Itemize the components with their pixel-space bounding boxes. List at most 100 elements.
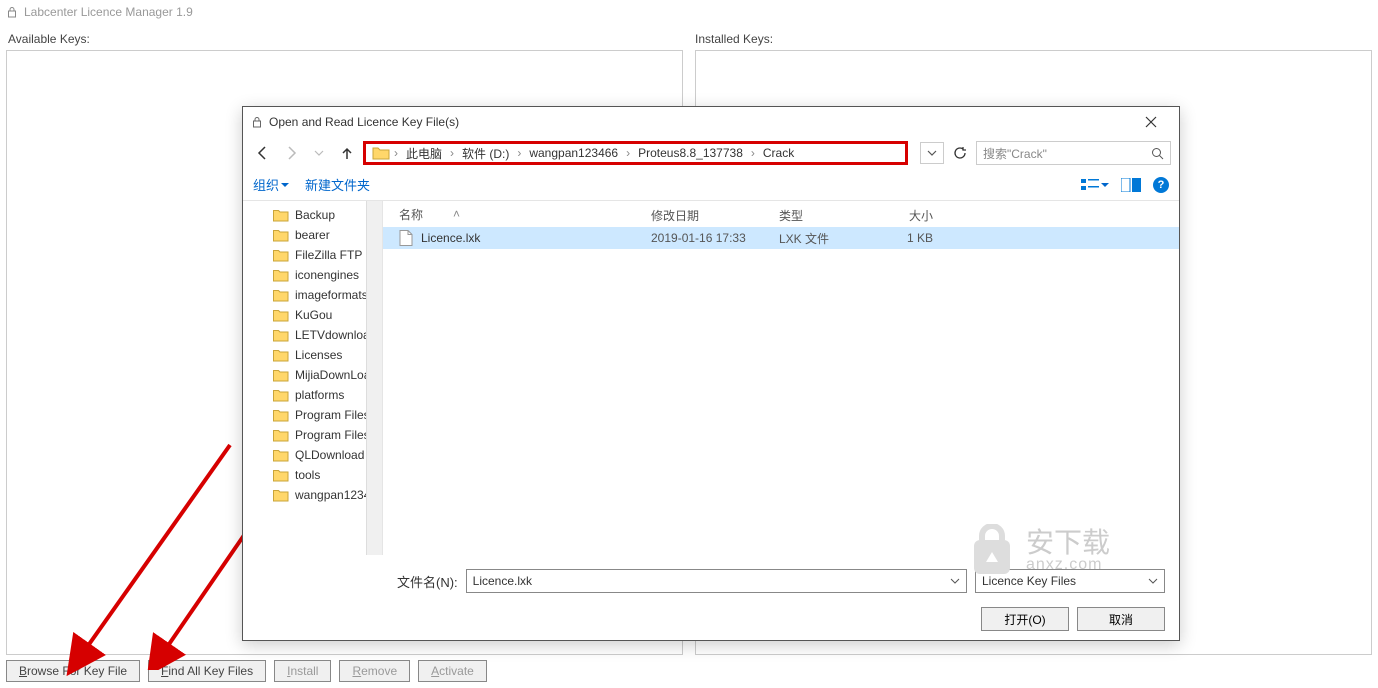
column-headers[interactable]: 名称˄ 修改日期 类型 大小 [383, 201, 1179, 227]
col-date[interactable]: 修改日期 [635, 201, 763, 227]
available-keys-label: Available Keys: [6, 32, 685, 46]
sidebar-item-label: bearer [295, 228, 330, 242]
main-titlebar: Labcenter Licence Manager 1.9 [0, 0, 1378, 24]
dialog-toolbar: 组织 新建文件夹 ? [243, 169, 1179, 201]
sidebar-item-label: MijiaDownLoad [295, 368, 377, 382]
sidebar-item[interactable]: platforms [243, 385, 382, 405]
sidebar-item-label: imageformats [295, 288, 368, 302]
header-labels: Available Keys: Installed Keys: [0, 24, 1378, 50]
search-input[interactable]: 搜索"Crack" [976, 141, 1171, 165]
lock-icon [6, 6, 18, 18]
recent-dropdown[interactable] [307, 141, 331, 165]
folder-icon [273, 369, 289, 382]
chevron-down-icon [950, 576, 960, 586]
folder-icon [273, 209, 289, 222]
folder-icon [273, 269, 289, 282]
sidebar-item[interactable]: FileZilla FTP Client [243, 245, 382, 265]
file-size: 1 KB [881, 231, 951, 245]
remove-button[interactable]: Remove [339, 660, 410, 682]
filename-input[interactable]: Licence.lxk [466, 569, 967, 593]
file-type: LXK 文件 [763, 230, 881, 247]
sidebar-item[interactable]: iconengines [243, 265, 382, 285]
folder-icon [273, 229, 289, 242]
sidebar-item[interactable]: KuGou [243, 305, 382, 325]
activate-button[interactable]: Activate [418, 660, 487, 682]
sidebar-item[interactable]: Program Files [243, 405, 382, 425]
sidebar-item[interactable]: tools [243, 465, 382, 485]
new-folder-button[interactable]: 新建文件夹 [305, 175, 370, 194]
preview-button[interactable] [1121, 178, 1141, 192]
browse-button[interactable]: Browse For Key File [6, 660, 140, 682]
back-button[interactable] [251, 141, 275, 165]
chevron-down-icon [1148, 576, 1158, 586]
sidebar-item-label: wangpan123466 [295, 488, 383, 502]
sidebar[interactable]: Backup bearer FileZilla FTP Client iconengi… [243, 201, 383, 555]
open-button[interactable]: 打开(O) [981, 607, 1069, 631]
sidebar-item[interactable]: QLDownload [243, 445, 382, 465]
sidebar-item[interactable]: Backup [243, 205, 382, 225]
help-button[interactable]: ? [1153, 177, 1169, 193]
file-row[interactable]: Licence.lxk2019-01-16 17:33LXK 文件1 KB [383, 227, 1179, 249]
folder-icon [273, 389, 289, 402]
main-bottom-buttons: Browse For Key File Find All Key Files I… [6, 660, 487, 682]
file-dialog: Open and Read Licence Key File(s) › 此电脑›… [242, 106, 1180, 641]
folder-icon [273, 329, 289, 342]
folder-icon [273, 289, 289, 302]
dialog-title: Open and Read Licence Key File(s) [269, 115, 459, 129]
sidebar-item-label: QLDownload [295, 448, 364, 462]
nav-row: › 此电脑› 软件 (D:)› wangpan123466› Proteus8.… [243, 137, 1179, 169]
sidebar-item-label: Licenses [295, 348, 342, 362]
breadcrumb[interactable]: › 此电脑› 软件 (D:)› wangpan123466› Proteus8.… [363, 141, 908, 165]
install-button[interactable]: Install [274, 660, 331, 682]
crumb-folder1[interactable]: wangpan123466 [525, 146, 622, 160]
sort-caret-icon: ˄ [453, 207, 460, 221]
search-placeholder: 搜索"Crack" [983, 145, 1047, 162]
file-list[interactable]: 名称˄ 修改日期 类型 大小 Licence.lxk2019-01-16 17:… [383, 201, 1179, 555]
lock-icon [251, 116, 263, 128]
dialog-titlebar: Open and Read Licence Key File(s) [243, 107, 1179, 137]
filename-label: 文件名(N): [257, 572, 458, 591]
sidebar-item[interactable]: wangpan123466 [243, 485, 382, 505]
sidebar-item-label: Backup [295, 208, 335, 222]
sidebar-item[interactable]: Program Files (x86) [243, 425, 382, 445]
view-button[interactable] [1081, 178, 1109, 192]
filetype-select[interactable]: Licence Key Files [975, 569, 1165, 593]
sidebar-item-label: Program Files (x86) [295, 428, 383, 442]
col-size[interactable]: 大小 [881, 201, 951, 227]
folder-icon [372, 146, 390, 160]
crumb-pc[interactable]: 此电脑 [402, 145, 446, 162]
cancel-button[interactable]: 取消 [1077, 607, 1165, 631]
sidebar-item-label: iconengines [295, 268, 359, 282]
close-button[interactable] [1131, 108, 1171, 136]
file-icon [399, 230, 413, 246]
col-name[interactable]: 名称˄ [383, 201, 635, 227]
breadcrumb-dropdown[interactable] [920, 142, 944, 164]
window-title: Labcenter Licence Manager 1.9 [24, 5, 193, 19]
sidebar-item-label: FileZilla FTP Client [295, 248, 383, 262]
folder-icon [273, 249, 289, 262]
dialog-body: Backup bearer FileZilla FTP Client iconengi… [243, 201, 1179, 555]
crumb-folder2[interactable]: Proteus8.8_137738 [634, 146, 747, 160]
crumb-drive[interactable]: 软件 (D:) [458, 145, 513, 162]
sidebar-item[interactable]: MijiaDownLoad [243, 365, 382, 385]
col-type[interactable]: 类型 [763, 201, 881, 227]
forward-button[interactable] [279, 141, 303, 165]
crumb-folder3[interactable]: Crack [759, 146, 798, 160]
sidebar-item[interactable]: Licenses [243, 345, 382, 365]
sidebar-item-label: Program Files [295, 408, 370, 422]
up-button[interactable] [335, 141, 359, 165]
installed-keys-label: Installed Keys: [685, 32, 1372, 46]
dialog-footer: 文件名(N): Licence.lxk Licence Key Files 打开… [243, 555, 1179, 641]
sidebar-item-label: LETVdownload [295, 328, 376, 342]
organize-button[interactable]: 组织 [253, 175, 289, 194]
find-all-button[interactable]: Find All Key Files [148, 660, 266, 682]
sidebar-item-label: tools [295, 468, 320, 482]
refresh-button[interactable] [948, 142, 972, 164]
folder-icon [273, 349, 289, 362]
sidebar-item[interactable]: LETVdownload [243, 325, 382, 345]
sidebar-item-label: platforms [295, 388, 344, 402]
search-icon [1151, 147, 1164, 160]
sidebar-item[interactable]: imageformats [243, 285, 382, 305]
sidebar-item[interactable]: bearer [243, 225, 382, 245]
folder-icon [273, 469, 289, 482]
